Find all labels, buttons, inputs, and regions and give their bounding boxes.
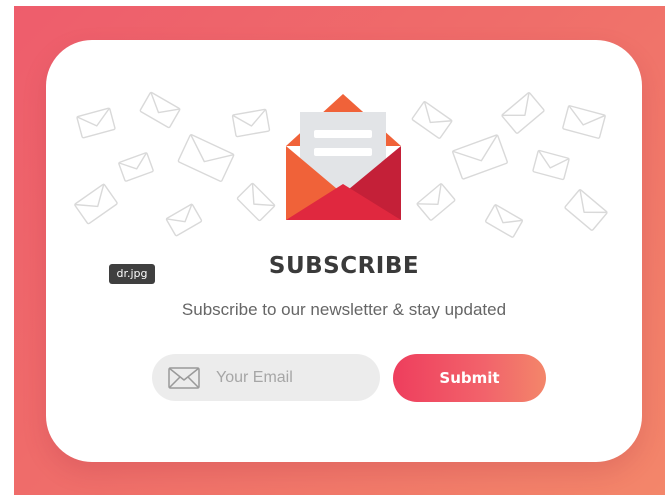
- page-title: SUBSCRIBE: [268, 253, 420, 279]
- open-envelope-icon: [286, 94, 401, 220]
- email-field[interactable]: [152, 354, 380, 401]
- subtitle: Subscribe to our newsletter & stay updat…: [181, 300, 507, 319]
- submit-button[interactable]: Submit: [393, 354, 546, 402]
- envelope-icon: [168, 367, 200, 389]
- email-input[interactable]: [216, 354, 366, 401]
